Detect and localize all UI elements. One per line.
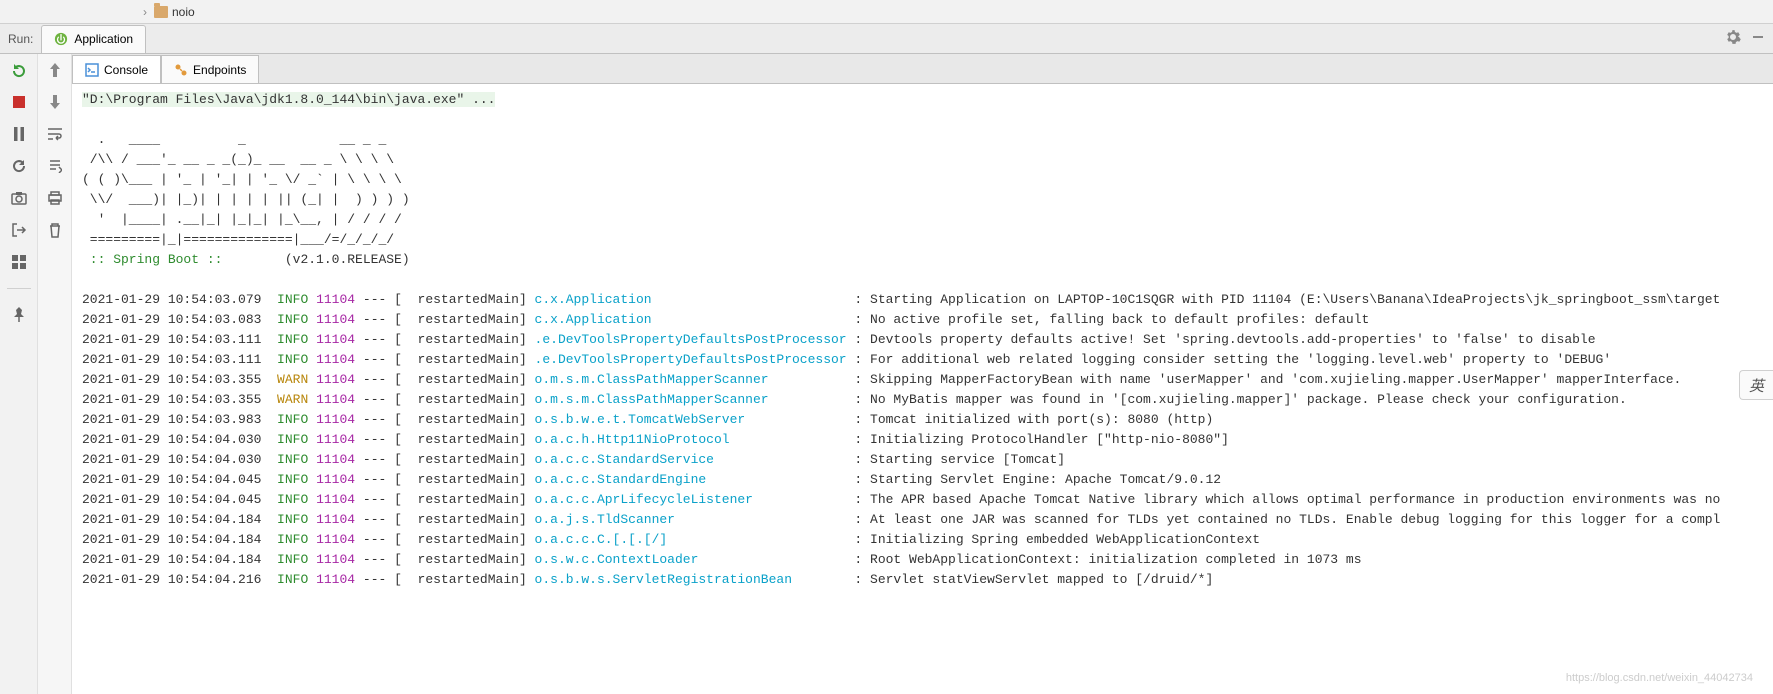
rerun-icon[interactable] [9,60,29,80]
endpoints-icon [174,63,188,77]
gear-icon[interactable] [1725,29,1741,48]
run-toolbar: Run: Application [0,24,1773,54]
console-side-toolbar [38,54,72,694]
print-icon[interactable] [45,188,65,208]
minimize-icon[interactable] [1751,30,1765,47]
exit-icon[interactable] [9,220,29,240]
down-arrow-icon[interactable] [45,92,65,112]
restart-icon[interactable] [9,156,29,176]
folder-icon [154,6,168,18]
run-left-toolbar [0,54,38,694]
layout-icon[interactable] [9,252,29,272]
tab-console-label: Console [104,63,148,77]
tab-endpoints[interactable]: Endpoints [161,55,259,83]
output-tabs: Console Endpoints [72,54,1773,84]
camera-icon[interactable] [9,188,29,208]
soft-wrap-icon[interactable] [45,124,65,144]
up-arrow-icon[interactable] [45,60,65,80]
console-output[interactable]: "D:\Program Files\Java\jdk1.8.0_144\bin\… [72,84,1773,694]
chevron-right-icon[interactable]: › [140,5,150,19]
run-config-name: Application [74,32,133,46]
console-icon [85,63,99,77]
pause-icon[interactable] [9,124,29,144]
tab-console[interactable]: Console [72,55,161,83]
pin-icon[interactable] [9,305,29,325]
ime-badge[interactable]: 英 [1739,370,1773,400]
clear-icon[interactable] [45,220,65,240]
run-config-tab[interactable]: Application [41,25,146,53]
spring-boot-icon [54,32,68,46]
folder-name[interactable]: noio [172,5,195,19]
run-label: Run: [0,32,41,46]
tab-endpoints-label: Endpoints [193,63,246,77]
stop-icon[interactable] [9,92,29,112]
scroll-end-icon[interactable] [45,156,65,176]
project-tree-row: › noio [0,0,1773,24]
